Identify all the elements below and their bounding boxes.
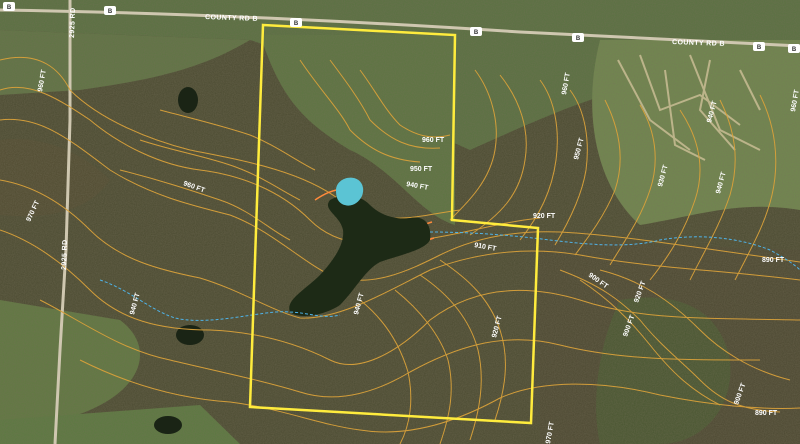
- road-label-2925-south: 2925 RD: [61, 239, 69, 270]
- svg-text:B: B: [108, 9, 113, 15]
- map-svg: COUNTY RD B COUNTY RD B 2925 RD 2925 RD …: [0, 0, 800, 444]
- pond-south: [154, 416, 182, 434]
- svg-text:B: B: [474, 30, 479, 36]
- svg-text:B: B: [7, 5, 12, 11]
- contour-label: 920 FT: [533, 213, 556, 220]
- route-badge-b[interactable]: B: [788, 44, 800, 53]
- pond-northwest: [178, 87, 198, 113]
- road-label-2925-north: 2925 RD: [69, 7, 77, 38]
- pond-southwest: [176, 325, 204, 345]
- route-badge-b[interactable]: B: [753, 42, 765, 51]
- route-badge-b[interactable]: B: [3, 2, 15, 11]
- route-badge-b[interactable]: B: [470, 27, 482, 36]
- contour-label: 890 FT: [755, 410, 778, 417]
- route-badge-b[interactable]: B: [104, 6, 116, 15]
- svg-text:B: B: [576, 36, 581, 42]
- route-badge-b[interactable]: B: [290, 18, 302, 27]
- svg-text:B: B: [792, 47, 797, 53]
- svg-text:B: B: [757, 45, 762, 51]
- contour-label: 950 FT: [410, 166, 433, 173]
- route-badge-b[interactable]: B: [572, 33, 584, 42]
- contour-label: 960 FT: [422, 137, 445, 144]
- map-canvas[interactable]: COUNTY RD B COUNTY RD B 2925 RD 2925 RD …: [0, 0, 800, 444]
- svg-text:B: B: [294, 21, 299, 27]
- contour-label: 890 FT: [762, 257, 785, 264]
